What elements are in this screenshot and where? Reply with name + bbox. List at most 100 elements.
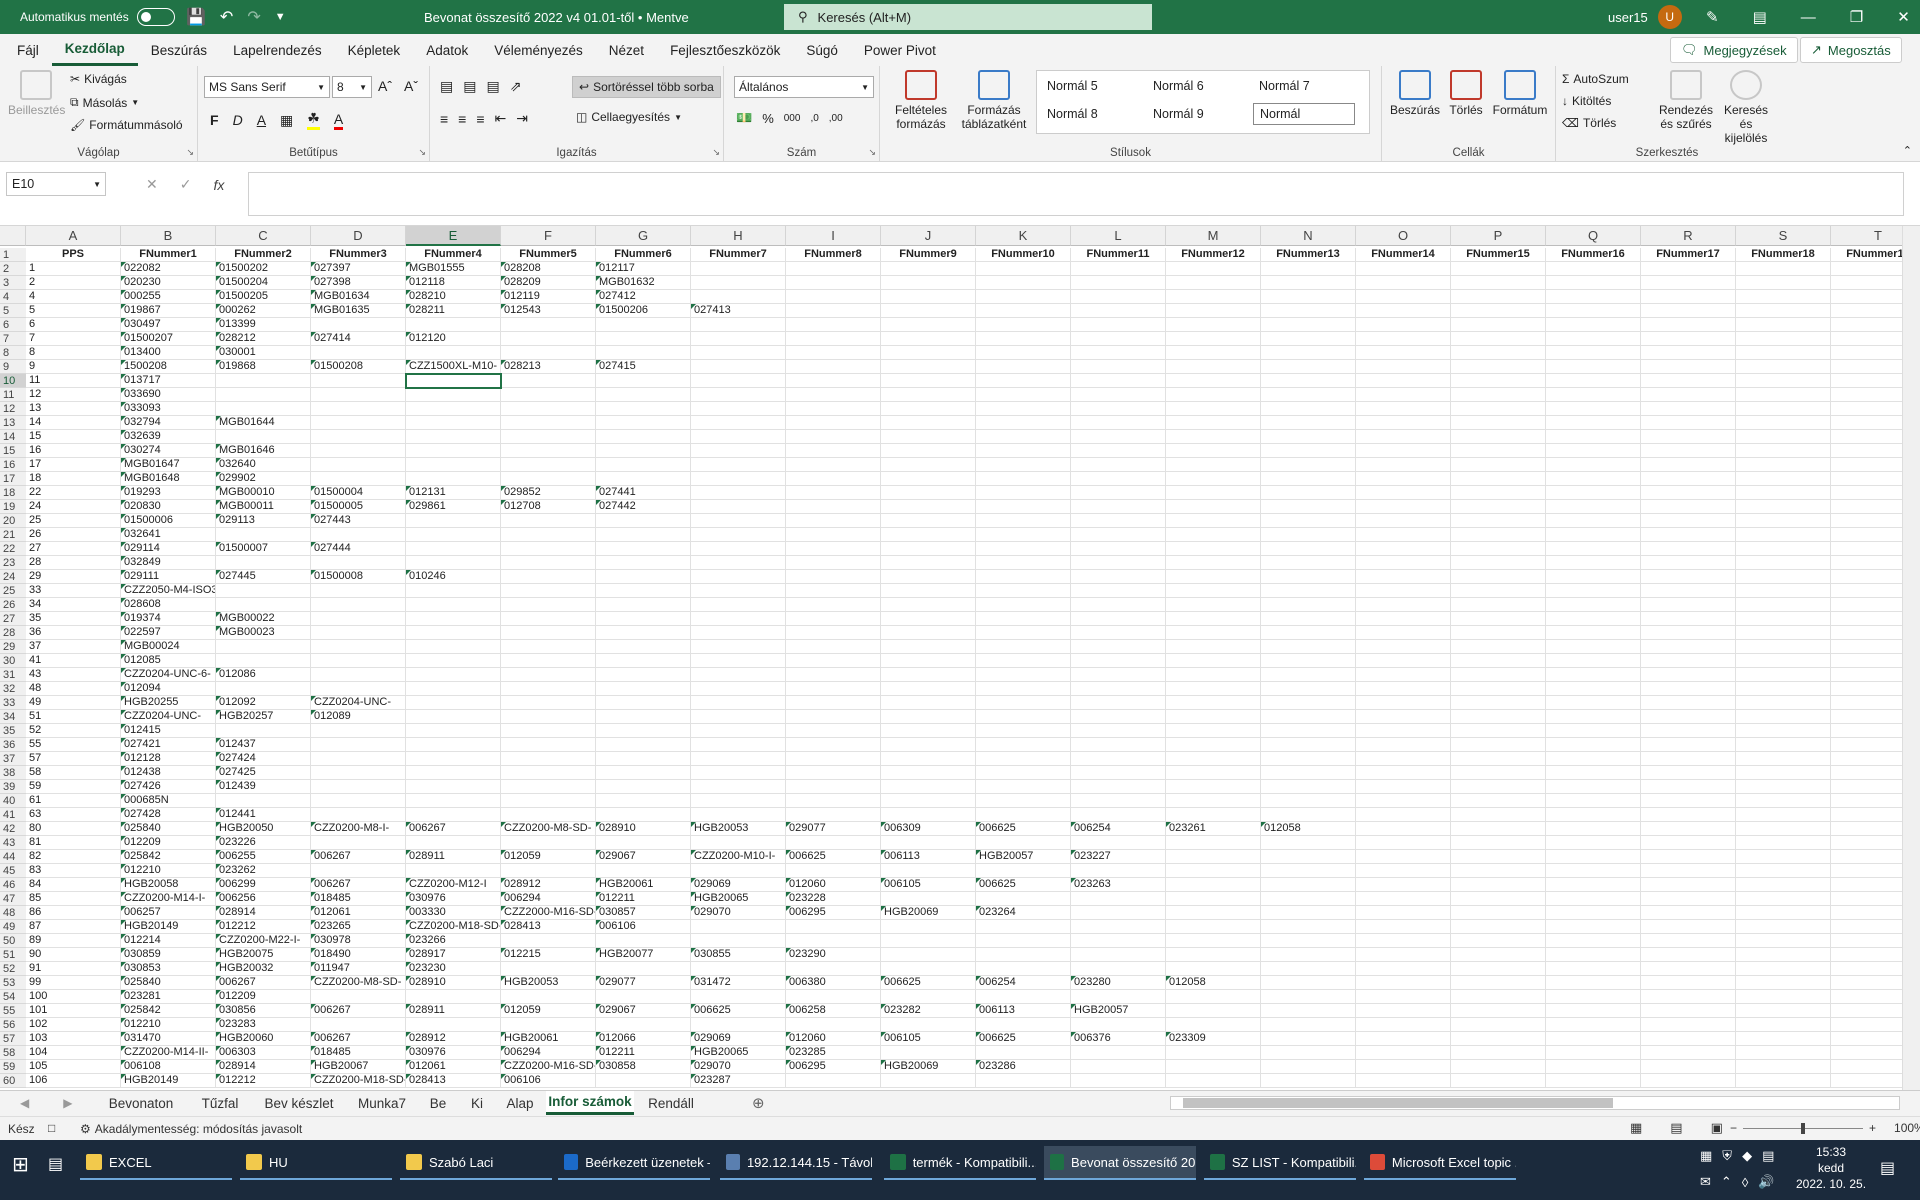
cell-e10[interactable]: [406, 374, 501, 388]
tab-page-layout[interactable]: Lapelrendezés: [220, 34, 335, 66]
cell-d29[interactable]: [311, 640, 406, 654]
taskbar-item[interactable]: HU: [240, 1146, 392, 1180]
cell-o19[interactable]: [1356, 500, 1451, 514]
cell-b2[interactable]: 022082: [121, 262, 216, 276]
cell-e41[interactable]: [406, 808, 501, 822]
row-header[interactable]: 9: [0, 360, 26, 374]
cell-i13[interactable]: [786, 416, 881, 430]
cell-l48[interactable]: [1071, 906, 1166, 920]
cell-i11[interactable]: [786, 388, 881, 402]
row-header[interactable]: 33: [0, 696, 26, 710]
cell-c18[interactable]: MGB00010: [216, 486, 311, 500]
cell-f29[interactable]: [501, 640, 596, 654]
cell-i28[interactable]: [786, 626, 881, 640]
cell-o35[interactable]: [1356, 724, 1451, 738]
cell-m35[interactable]: [1166, 724, 1261, 738]
column-header-o[interactable]: O: [1356, 226, 1451, 246]
cell-f12[interactable]: [501, 402, 596, 416]
cell-g21[interactable]: [596, 528, 691, 542]
cell-b1[interactable]: FNummer1: [121, 248, 216, 262]
cell-a19[interactable]: 24: [26, 500, 121, 514]
cell-c33[interactable]: 012092: [216, 696, 311, 710]
cell-s58[interactable]: [1736, 1046, 1831, 1060]
cell-e42[interactable]: 006267: [406, 822, 501, 836]
cell-m51[interactable]: [1166, 948, 1261, 962]
shrink-font-icon[interactable]: Aˇ: [404, 78, 418, 94]
cell-d45[interactable]: [311, 864, 406, 878]
cell-b57[interactable]: 031470: [121, 1032, 216, 1046]
cell-h4[interactable]: [691, 290, 786, 304]
cell-j14[interactable]: [881, 430, 976, 444]
cell-s60[interactable]: [1736, 1074, 1831, 1088]
cell-k31[interactable]: [976, 668, 1071, 682]
insert-cells-button[interactable]: Beszúrás: [1390, 70, 1440, 117]
cell-b26[interactable]: 028608: [121, 598, 216, 612]
cell-c51[interactable]: HGB20075: [216, 948, 311, 962]
cell-c1[interactable]: FNummer2: [216, 248, 311, 262]
cell-g34[interactable]: [596, 710, 691, 724]
cell-s49[interactable]: [1736, 920, 1831, 934]
cell-c34[interactable]: HGB20257: [216, 710, 311, 724]
cell-f37[interactable]: [501, 752, 596, 766]
cell-c5[interactable]: 000262: [216, 304, 311, 318]
align-left-icon[interactable]: ≡: [440, 111, 448, 127]
cell-l42[interactable]: 006254: [1071, 822, 1166, 836]
sheet-tab[interactable]: Be: [420, 1091, 456, 1115]
cell-b17[interactable]: MGB01648: [121, 472, 216, 486]
cell-l47[interactable]: [1071, 892, 1166, 906]
column-header-s[interactable]: S: [1736, 226, 1831, 246]
cell-i3[interactable]: [786, 276, 881, 290]
cell-j18[interactable]: [881, 486, 976, 500]
cell-m13[interactable]: [1166, 416, 1261, 430]
cell-o32[interactable]: [1356, 682, 1451, 696]
cell-q52[interactable]: [1546, 962, 1641, 976]
cell-h17[interactable]: [691, 472, 786, 486]
cell-j11[interactable]: [881, 388, 976, 402]
cell-f49[interactable]: 028413: [501, 920, 596, 934]
cell-k23[interactable]: [976, 556, 1071, 570]
launcher-icon[interactable]: ↘: [868, 147, 876, 158]
cell-q29[interactable]: [1546, 640, 1641, 654]
select-all-corner[interactable]: [0, 226, 26, 246]
cell-p29[interactable]: [1451, 640, 1546, 654]
customize-icon[interactable]: ▼: [275, 11, 286, 23]
cell-h53[interactable]: 031472: [691, 976, 786, 990]
cell-e45[interactable]: [406, 864, 501, 878]
row-header[interactable]: 57: [0, 1032, 26, 1046]
cell-k33[interactable]: [976, 696, 1071, 710]
cell-l11[interactable]: [1071, 388, 1166, 402]
cell-p14[interactable]: [1451, 430, 1546, 444]
cell-m39[interactable]: [1166, 780, 1261, 794]
cell-m48[interactable]: [1166, 906, 1261, 920]
cell-l1[interactable]: FNummer11: [1071, 248, 1166, 262]
cell-c14[interactable]: [216, 430, 311, 444]
cell-q18[interactable]: [1546, 486, 1641, 500]
cell-n24[interactable]: [1261, 570, 1356, 584]
cell-h34[interactable]: [691, 710, 786, 724]
find-select-button[interactable]: Keresés és kijelölés: [1718, 70, 1774, 145]
accessibility-status[interactable]: ⚙ Akadálymentesség: módosítás javasolt: [80, 1122, 302, 1136]
cell-d8[interactable]: [311, 346, 406, 360]
cell-h22[interactable]: [691, 542, 786, 556]
cell-g8[interactable]: [596, 346, 691, 360]
cell-s23[interactable]: [1736, 556, 1831, 570]
cell-q36[interactable]: [1546, 738, 1641, 752]
cell-o45[interactable]: [1356, 864, 1451, 878]
cell-i59[interactable]: 006295: [786, 1060, 881, 1074]
cell-h15[interactable]: [691, 444, 786, 458]
cell-c15[interactable]: MGB01646: [216, 444, 311, 458]
cell-g41[interactable]: [596, 808, 691, 822]
cell-r39[interactable]: [1641, 780, 1736, 794]
cell-i30[interactable]: [786, 654, 881, 668]
cell-o37[interactable]: [1356, 752, 1451, 766]
tab-help[interactable]: Súgó: [793, 34, 851, 66]
cell-r48[interactable]: [1641, 906, 1736, 920]
row-header[interactable]: 49: [0, 920, 26, 934]
cell-p60[interactable]: [1451, 1074, 1546, 1088]
cell-d49[interactable]: 023265: [311, 920, 406, 934]
row-header[interactable]: 1: [0, 248, 26, 262]
cell-e37[interactable]: [406, 752, 501, 766]
sort-filter-button[interactable]: Rendezés és szűrés: [1656, 70, 1716, 131]
increase-decimal-icon[interactable]: ,0: [810, 113, 818, 124]
cell-d52[interactable]: 011947: [311, 962, 406, 976]
